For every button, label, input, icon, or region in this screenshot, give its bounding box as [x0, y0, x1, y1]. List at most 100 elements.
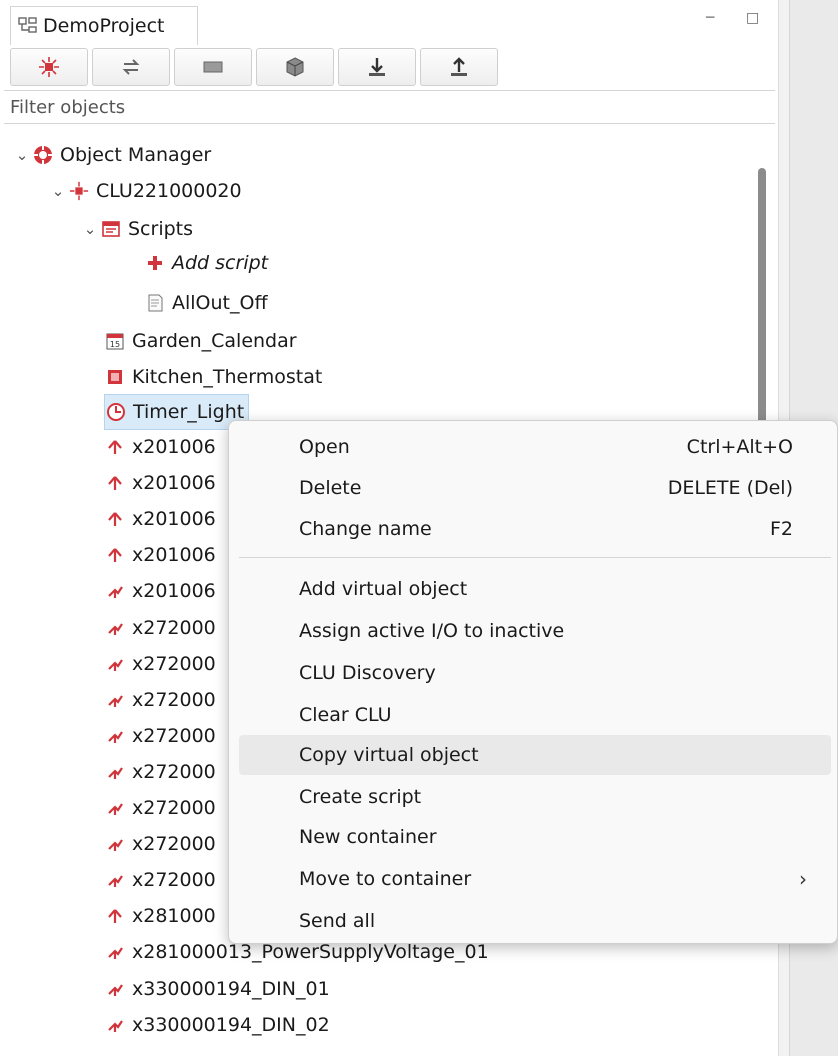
- panel-icon: [203, 61, 223, 73]
- toolbar-download-button[interactable]: [338, 48, 416, 86]
- menu-item-clu-discovery[interactable]: CLU Discovery: [239, 653, 831, 693]
- menu-item-label: CLU Discovery: [299, 662, 436, 684]
- clu-icon: [39, 57, 59, 77]
- menu-item-label: New container: [299, 826, 437, 848]
- menu-item-shortcut: Ctrl+Alt+O: [686, 436, 793, 458]
- tree-node-script[interactable]: AllOut_Off: [144, 286, 268, 320]
- input-arrow-icon: [104, 869, 126, 891]
- toolbar-module-button[interactable]: [256, 48, 334, 86]
- clu-icon: [68, 180, 90, 202]
- toolbar-upload-button[interactable]: [420, 48, 498, 86]
- tree-node-label: x330000194_DIN_01: [132, 978, 330, 1000]
- thermostat-icon: [104, 366, 126, 388]
- cube-icon: [286, 57, 304, 77]
- menu-item-copy-virtual-object[interactable]: Copy virtual object: [239, 735, 831, 775]
- tree-node-label: x272000: [132, 617, 216, 639]
- menu-item-open[interactable]: Open Ctrl+Alt+O: [239, 427, 831, 467]
- tree-node-io-item[interactable]: x201006: [104, 538, 216, 572]
- menu-item-clear-clu[interactable]: Clear CLU: [239, 695, 831, 735]
- toolbar-panel-button[interactable]: [174, 48, 252, 86]
- menu-item-send-all[interactable]: Send all: [239, 901, 831, 941]
- tree-node-label: x272000: [132, 797, 216, 819]
- tree-node-io-item[interactable]: x281000: [104, 899, 216, 933]
- tree-node-label: Add script: [172, 252, 269, 274]
- tree-node-scripts[interactable]: ⌄ Scripts: [80, 212, 193, 246]
- menu-item-new-container[interactable]: New container: [239, 817, 831, 857]
- tree-node-io-item[interactable]: x330000194_DIN_02: [104, 1008, 330, 1042]
- download-icon: [369, 58, 385, 76]
- tree-node-label: x201006: [132, 436, 216, 458]
- tree-node-io-item[interactable]: x272000: [104, 827, 216, 861]
- filter-bar: [4, 90, 775, 124]
- tree-node-object-manager[interactable]: ⌄ Object Manager: [12, 138, 212, 172]
- tree-node-label: x272000: [132, 689, 216, 711]
- menu-item-create-script[interactable]: Create script: [239, 777, 831, 817]
- calendar-icon: 15: [104, 330, 126, 352]
- menu-item-shortcut: F2: [769, 518, 793, 540]
- filter-input[interactable]: [8, 95, 775, 119]
- output-arrow-icon: [104, 508, 126, 530]
- menu-item-shortcut: DELETE (Del): [667, 477, 793, 499]
- tree-node-io-item[interactable]: x272000: [104, 791, 216, 825]
- tree-node-label: x330000194_DIN_02: [132, 1014, 330, 1036]
- tree-node-io-item[interactable]: x272000: [104, 647, 216, 681]
- tree-node-io-item[interactable]: x201006: [104, 574, 216, 608]
- project-tab[interactable]: DemoProject: [10, 6, 198, 45]
- toolbar-sync-button[interactable]: [92, 48, 170, 86]
- chevron-down-icon[interactable]: ⌄: [48, 182, 68, 200]
- script-file-icon: [144, 292, 166, 314]
- tree-node-label: x281000013_PowerSupplyVoltage_01: [132, 941, 489, 963]
- tree-node-clu[interactable]: ⌄ CLU221000020: [48, 174, 242, 208]
- tree-node-label: x201006: [132, 580, 216, 602]
- tree-node-io-item[interactable]: x272000: [104, 755, 216, 789]
- menu-item-assign-io[interactable]: Assign active I/O to inactive: [239, 611, 831, 651]
- chevron-down-icon[interactable]: ⌄: [80, 220, 100, 238]
- menu-item-label: Move to container: [299, 868, 472, 890]
- tree-node-calendar[interactable]: 15 Garden_Calendar: [104, 324, 297, 358]
- tree-node-io-item[interactable]: x201006: [104, 466, 216, 500]
- menu-item-add-virtual-object[interactable]: Add virtual object: [239, 569, 831, 609]
- menu-item-label: Add virtual object: [299, 578, 468, 600]
- submenu-arrow-icon: ›: [799, 867, 807, 891]
- tree-node-io-item[interactable]: x272000: [104, 683, 216, 717]
- tree-node-label: AllOut_Off: [172, 292, 268, 314]
- tree-node-label: x272000: [132, 833, 216, 855]
- input-arrow-icon: [104, 941, 126, 963]
- maximize-icon[interactable]: □: [746, 10, 759, 26]
- input-arrow-icon: [104, 761, 126, 783]
- toolbar-clu-button[interactable]: [10, 48, 88, 86]
- minimize-icon[interactable]: ─: [706, 10, 714, 26]
- input-arrow-icon: [104, 797, 126, 819]
- tree-node-label: x272000: [132, 725, 216, 747]
- tree-node-label: CLU221000020: [96, 180, 242, 202]
- menu-item-label: Create script: [299, 786, 422, 808]
- input-arrow-icon: [104, 689, 126, 711]
- tree-node-io-item[interactable]: x201006: [104, 430, 216, 464]
- menu-item-move-to-container[interactable]: Move to container ›: [239, 859, 831, 899]
- tree-node-label: x272000: [132, 869, 216, 891]
- chevron-down-icon[interactable]: ⌄: [12, 146, 32, 164]
- input-arrow-icon: [104, 617, 126, 639]
- menu-item-label: Change name: [299, 518, 432, 540]
- input-arrow-icon: [104, 653, 126, 675]
- menu-item-change-name[interactable]: Change name F2: [239, 509, 831, 549]
- output-arrow-icon: [104, 472, 126, 494]
- tree-node-thermostat[interactable]: Kitchen_Thermostat: [104, 360, 322, 394]
- tree-node-label: x281000: [132, 905, 216, 927]
- tree-node-io-item[interactable]: x272000: [104, 719, 216, 753]
- tree-node-add-script[interactable]: Add script: [144, 246, 268, 280]
- tree-node-label: Scripts: [128, 218, 194, 240]
- menu-item-label: Assign active I/O to inactive: [299, 620, 565, 642]
- menu-item-label: Clear CLU: [299, 704, 392, 726]
- output-arrow-icon: [104, 436, 126, 458]
- tree-node-io-item[interactable]: x272000: [104, 863, 216, 897]
- tree-node-io-item[interactable]: x201006: [104, 502, 216, 536]
- swap-arrows-icon: [122, 59, 140, 75]
- tree-node-label: Object Manager: [60, 144, 212, 166]
- tree-node-io-item[interactable]: x330000194_DIN_01: [104, 972, 330, 1006]
- menu-item-label: Copy virtual object: [299, 744, 479, 766]
- svg-text:15: 15: [110, 340, 120, 349]
- menu-item-delete[interactable]: Delete DELETE (Del): [239, 468, 831, 508]
- menu-separator: [239, 557, 831, 558]
- tree-node-io-item[interactable]: x272000: [104, 611, 216, 645]
